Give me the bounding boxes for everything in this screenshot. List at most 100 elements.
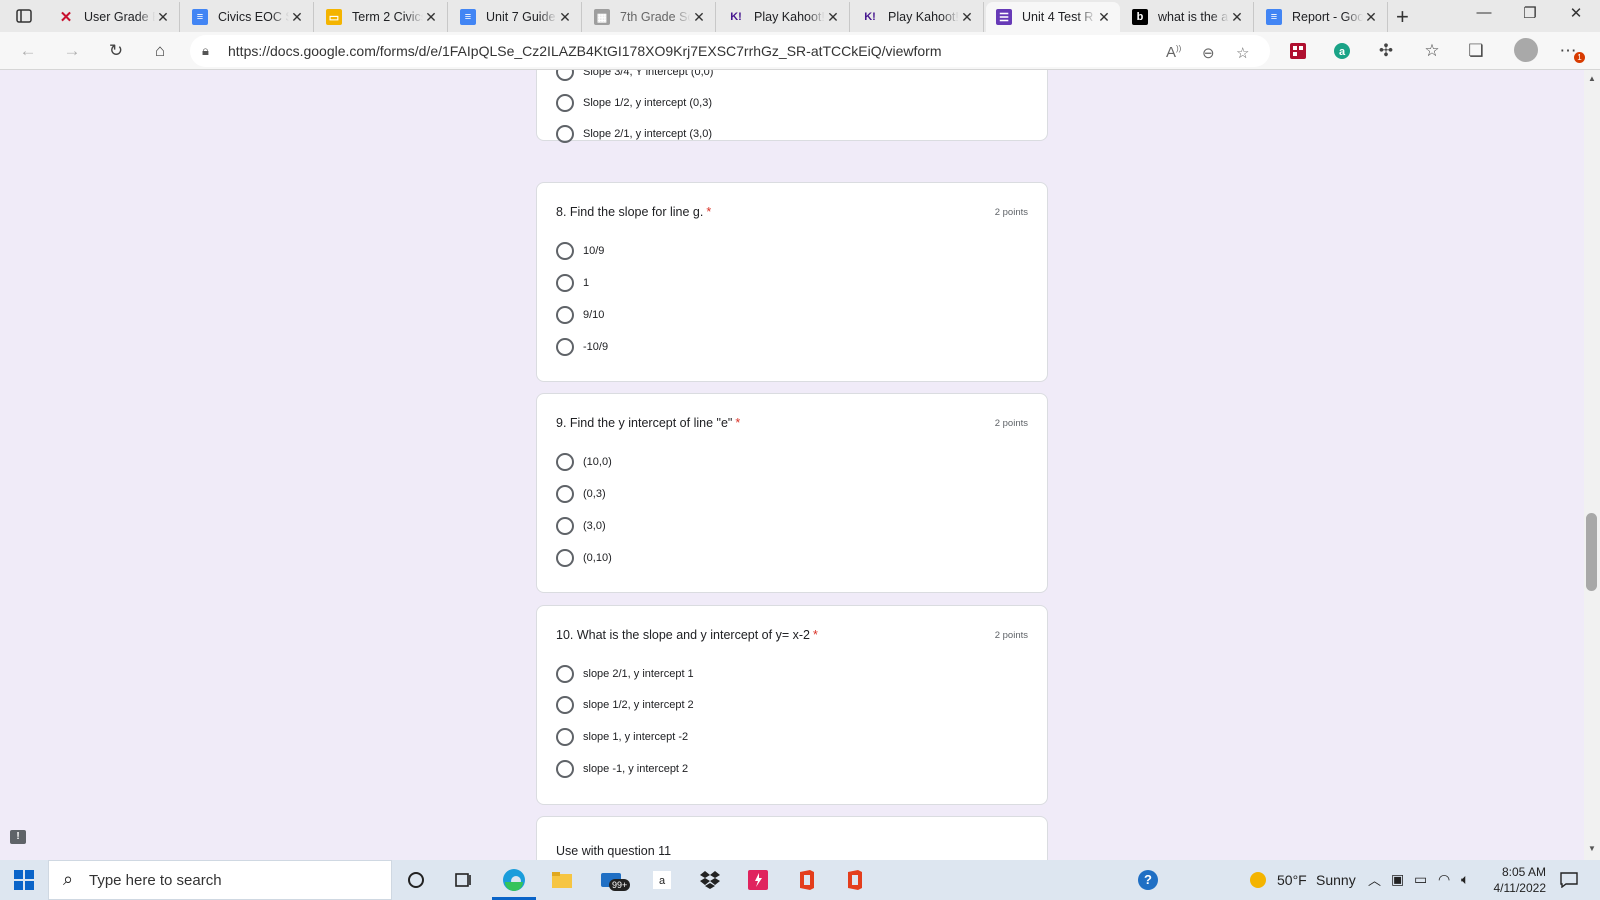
address-bar[interactable]: 🔒︎ https://docs.google.com/forms/d/e/1FA… <box>190 35 1270 67</box>
tab-title: Unit 7 Guide <box>486 10 556 24</box>
read-aloud-icon[interactable]: A)) <box>1166 44 1181 61</box>
close-tab-icon[interactable]: ✕ <box>289 9 305 26</box>
profile-avatar[interactable] <box>1514 38 1538 62</box>
radio-button[interactable] <box>556 242 574 260</box>
extension-qr-icon[interactable] <box>1284 38 1312 64</box>
wifi-icon[interactable]: ◠ <box>1438 871 1450 888</box>
minimize-icon[interactable]: — <box>1464 4 1504 21</box>
scroll-down-icon[interactable]: ▼ <box>1588 844 1596 853</box>
tab-actions-icon[interactable] <box>8 5 40 27</box>
radio-button[interactable] <box>556 485 574 503</box>
tab-title: Play Kahoot! <box>888 10 959 24</box>
zoom-out-icon[interactable]: ⊖ <box>1202 44 1215 62</box>
mail-icon[interactable]: 99+ <box>595 865 631 895</box>
home-icon[interactable]: ⌂ <box>146 38 174 64</box>
close-tab-icon[interactable]: ✕ <box>557 9 573 26</box>
extension-a-icon[interactable]: a <box>1328 38 1356 64</box>
radio-button[interactable] <box>556 549 574 567</box>
radio-option[interactable]: slope 1/2, y intercept 2 <box>556 695 694 715</box>
close-tab-icon[interactable]: ✕ <box>423 9 439 26</box>
radio-button[interactable] <box>556 453 574 471</box>
back-arrow-icon[interactable]: ← <box>14 38 42 64</box>
radio-button[interactable] <box>556 760 574 778</box>
clock-time: 8:05 AM <box>1501 865 1546 879</box>
app-pink-icon[interactable] <box>741 865 775 895</box>
office-icon[interactable] <box>789 865 823 895</box>
close-tab-icon[interactable]: ✕ <box>691 9 707 26</box>
radio-button[interactable] <box>556 70 574 81</box>
scroll-up-icon[interactable]: ▲ <box>1588 74 1596 83</box>
radio-button[interactable] <box>556 338 574 356</box>
taskbar-clock[interactable]: 8:05 AM 4/11/2022 <box>1484 864 1547 896</box>
close-tab-icon[interactable]: ✕ <box>1096 9 1112 26</box>
lock-icon: 🔒︎ <box>202 43 209 58</box>
help-icon[interactable]: ? <box>1131 865 1165 895</box>
radio-option[interactable]: Slope 3/4, Y intercept (0,0) <box>556 70 713 82</box>
cortana-icon[interactable] <box>399 865 433 895</box>
taskbar-search-box[interactable]: ⌕ Type here to search <box>48 860 392 900</box>
file-explorer-icon[interactable] <box>545 865 579 895</box>
amazon-icon[interactable]: a <box>645 865 679 895</box>
report-abuse-icon[interactable]: ! <box>10 830 26 844</box>
radio-option[interactable]: (0,3) <box>556 484 606 504</box>
vertical-scrollbar[interactable]: ▲ ▼ <box>1584 70 1600 860</box>
refresh-icon[interactable]: ↻ <box>102 38 130 64</box>
meet-now-icon[interactable]: ▣ <box>1391 871 1404 888</box>
dropbox-icon[interactable] <box>693 865 727 895</box>
radio-option[interactable]: Slope 2/1, y intercept (3,0) <box>556 124 712 144</box>
collections-icon[interactable]: ❏ <box>1462 38 1490 64</box>
weather-condition[interactable]: Sunny <box>1316 872 1356 888</box>
radio-option[interactable]: (3,0) <box>556 516 606 536</box>
close-tab-icon[interactable]: ✕ <box>1229 9 1245 26</box>
tab-report[interactable]: ≡ Report - Goo ✕ <box>1256 2 1388 32</box>
windows-start-icon[interactable] <box>14 870 34 890</box>
radio-button[interactable] <box>556 125 574 143</box>
radio-option[interactable]: slope 2/1, y intercept 1 <box>556 664 694 684</box>
radio-option[interactable]: 1 <box>556 273 589 293</box>
tab-civics-eoc[interactable]: ≡ Civics EOC St ✕ <box>182 2 314 32</box>
scrollbar-thumb[interactable] <box>1586 513 1597 591</box>
favorites-icon[interactable]: ☆ <box>1418 38 1446 64</box>
office-icon-2[interactable] <box>837 865 871 895</box>
restore-icon[interactable]: ❐ <box>1510 4 1550 22</box>
tab-play-kahoot-2[interactable]: K! Play Kahoot! ✕ <box>852 2 984 32</box>
show-hidden-icons-chevron-icon[interactable]: ︿ <box>1368 870 1381 889</box>
tab-7th-grade-sc[interactable]: ▦ 7th Grade Sc ✕ <box>584 2 716 32</box>
radio-option[interactable]: slope 1, y intercept -2 <box>556 727 688 747</box>
close-tab-icon[interactable]: ✕ <box>155 9 171 26</box>
radio-option[interactable]: slope -1, y intercept 2 <box>556 759 688 779</box>
tab-unit-4-test[interactable]: ☰ Unit 4 Test R ✕ <box>986 2 1120 32</box>
radio-option[interactable]: 9/10 <box>556 305 604 325</box>
radio-button[interactable] <box>556 517 574 535</box>
edge-browser-icon[interactable] <box>492 865 536 900</box>
forward-arrow-icon[interactable]: → <box>58 38 86 64</box>
tab-what-is-the[interactable]: b what is the a ✕ <box>1122 2 1254 32</box>
add-favorite-icon[interactable]: ☆ <box>1236 44 1249 62</box>
radio-button[interactable] <box>556 665 574 683</box>
close-tab-icon[interactable]: ✕ <box>825 9 841 26</box>
notifications-icon[interactable] <box>1552 865 1586 895</box>
weather-temperature[interactable]: 50°F <box>1277 872 1307 888</box>
radio-option[interactable]: (0,10) <box>556 548 612 568</box>
radio-option[interactable]: 10/9 <box>556 241 604 261</box>
close-tab-icon[interactable]: ✕ <box>959 9 975 26</box>
task-view-icon[interactable] <box>446 865 480 895</box>
radio-option[interactable]: (10,0) <box>556 452 612 472</box>
radio-option[interactable]: Slope 1/2, y intercept (0,3) <box>556 93 712 113</box>
volume-icon[interactable]: 🔈︎ <box>1461 871 1469 888</box>
radio-button[interactable] <box>556 306 574 324</box>
radio-option[interactable]: -10/9 <box>556 337 608 357</box>
radio-button[interactable] <box>556 696 574 714</box>
battery-icon[interactable]: ▭ <box>1414 871 1427 888</box>
tab-user-grade[interactable]: ✕ User Grade E ✕ <box>48 2 180 32</box>
radio-button[interactable] <box>556 94 574 112</box>
new-tab-plus-icon[interactable]: + <box>1396 4 1409 30</box>
radio-button[interactable] <box>556 274 574 292</box>
close-window-icon[interactable]: ✕ <box>1556 4 1596 22</box>
close-tab-icon[interactable]: ✕ <box>1363 9 1379 26</box>
tab-term-2-civics[interactable]: ▭ Term 2 Civics ✕ <box>316 2 448 32</box>
tab-play-kahoot-1[interactable]: K! Play Kahoot! ✕ <box>718 2 850 32</box>
tab-unit-7-guide[interactable]: ≡ Unit 7 Guide ✕ <box>450 2 582 32</box>
extensions-puzzle-icon[interactable]: ✣ <box>1372 38 1400 64</box>
radio-button[interactable] <box>556 728 574 746</box>
